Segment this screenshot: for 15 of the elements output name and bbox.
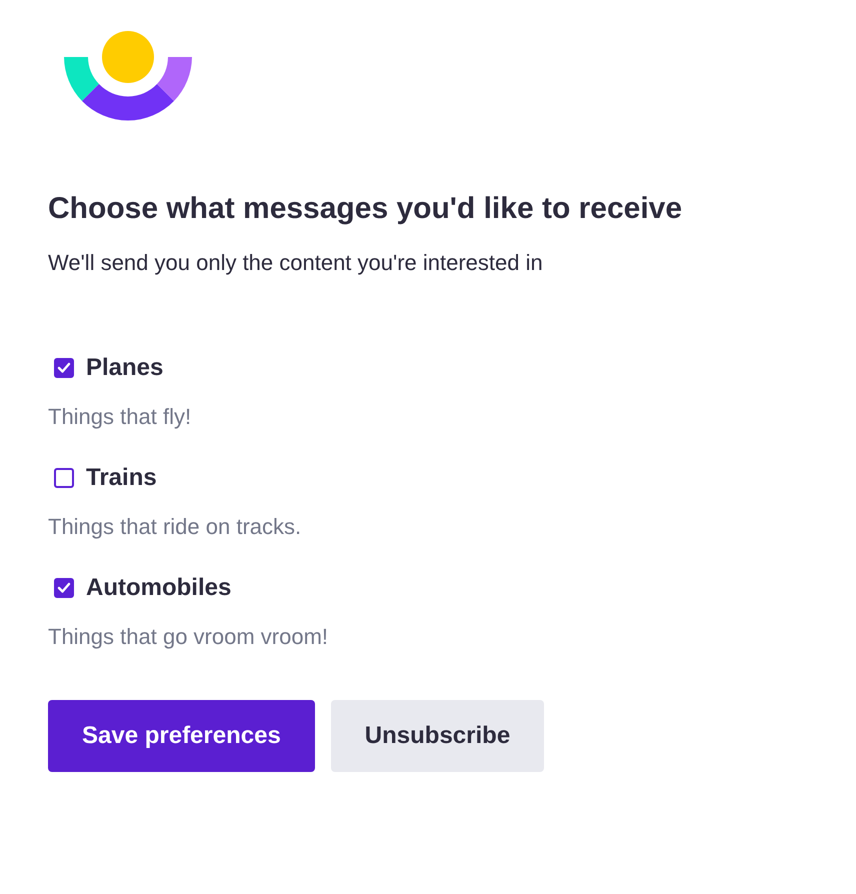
topic-label: Planes — [86, 353, 164, 383]
topic-description: Things that fly! — [48, 403, 192, 431]
page-subheading: We'll send you only the content you're interested in — [48, 249, 544, 277]
page-heading: Choose what messages you'd like to receive — [48, 191, 684, 227]
unsubscribe-button[interactable]: Unsubscribe — [330, 700, 544, 772]
topic-description: Things that go vroom vroom! — [48, 623, 330, 651]
topic-description: Things that ride on tracks. — [48, 513, 302, 541]
checkmark-icon — [57, 362, 71, 374]
topic-label: Automobiles — [86, 573, 232, 603]
topic-label: Trains — [86, 463, 157, 493]
checkbox[interactable] — [54, 468, 74, 488]
checkmark-icon — [57, 582, 71, 594]
save-button[interactable]: Save preferences — [48, 700, 315, 772]
checkbox[interactable] — [54, 578, 74, 598]
checkbox[interactable] — [54, 358, 74, 378]
